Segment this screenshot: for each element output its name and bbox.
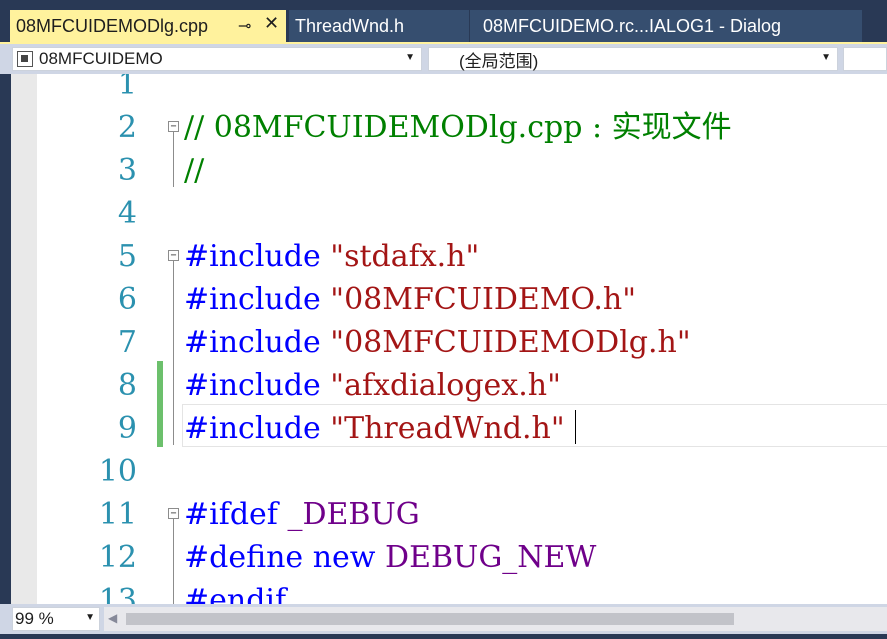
scroll-left-icon[interactable]: ◀	[108, 611, 117, 625]
code-line: 13 #endif	[11, 579, 887, 604]
collapse-icon[interactable]: −	[168, 250, 179, 261]
chevron-down-icon[interactable]: ▼	[821, 52, 831, 63]
horizontal-scrollbar[interactable]: ◀	[104, 607, 887, 631]
tab-08mfcuidemodlg-cpp[interactable]: 08MFCUIDEMODlg.cpp ⊸ ✕	[10, 10, 286, 42]
scrollbar-thumb[interactable]	[126, 613, 734, 625]
code-line: 12 #define new DEBUG_NEW	[11, 536, 887, 579]
code-text: #endif	[184, 579, 286, 604]
code-line: 7 #include "08MFCUIDEMODlg.h"	[11, 321, 887, 364]
code-text: #include "afxdialogex.h"	[184, 364, 561, 407]
close-icon[interactable]: ✕	[264, 13, 279, 34]
code-line: 4	[11, 192, 887, 235]
code-text: //	[184, 153, 205, 188]
code-line: 10	[11, 450, 887, 493]
chevron-down-icon[interactable]: ▼	[405, 52, 415, 63]
code-text: // 08MFCUIDEMODlg.cpp : 实现文件	[184, 110, 732, 145]
line-number: 2	[117, 110, 137, 145]
text-caret	[575, 410, 576, 444]
project-dropdown-value: 08MFCUIDEMO	[39, 49, 163, 68]
scope-dropdown[interactable]: (全局范围) ▼	[428, 47, 838, 71]
line-number: 10	[98, 454, 137, 489]
code-line: 3 //	[11, 149, 887, 192]
code-line: 11 − #ifdef _DEBUG	[11, 493, 887, 536]
tab-threadwnd-h[interactable]: ThreadWnd.h	[289, 10, 469, 42]
preprocessor-keyword: #include	[184, 411, 321, 446]
code-line: 9 #include "ThreadWnd.h"	[11, 407, 887, 450]
project-icon	[17, 51, 33, 67]
collapse-icon[interactable]: −	[168, 508, 179, 519]
preprocessor-keyword: #endif	[184, 583, 287, 604]
zoom-dropdown[interactable]: 99 % ▼	[12, 607, 100, 631]
preprocessor-keyword: #include	[184, 282, 321, 317]
include-path: "stdafx.h"	[330, 239, 480, 274]
line-number: 13	[98, 583, 137, 604]
line-number: 3	[117, 153, 137, 188]
include-path: "08MFCUIDEMODlg.h"	[330, 325, 691, 360]
code-text: #include "08MFCUIDEMODlg.h"	[184, 321, 691, 364]
preprocessor-keyword: #define	[184, 540, 304, 575]
code-text: #include "stdafx.h"	[184, 235, 479, 278]
code-line: 2 − // 08MFCUIDEMODlg.cpp : 实现文件	[11, 106, 887, 149]
navigation-bar: 08MFCUIDEMO ▼ (全局范围) ▼	[0, 44, 887, 74]
code-text: #define new DEBUG_NEW	[184, 536, 596, 579]
tab-label: 08MFCUIDEMO.rc...IALOG1 - Dialog	[483, 15, 782, 36]
tab-label: ThreadWnd.h	[295, 15, 405, 36]
line-number: 11	[98, 497, 137, 532]
tab-dialog-resource[interactable]: 08MFCUIDEMO.rc...IALOG1 - Dialog	[470, 10, 862, 42]
line-number: 9	[117, 411, 137, 446]
macro-name: _DEBUG	[287, 497, 420, 532]
code-line: 1	[11, 74, 887, 106]
line-number: 8	[117, 368, 137, 403]
line-number: 7	[117, 325, 137, 360]
project-dropdown[interactable]: 08MFCUIDEMO ▼	[12, 47, 422, 71]
line-number: 1	[117, 74, 137, 102]
document-tab-strip: 08MFCUIDEMODlg.cpp ⊸ ✕ ThreadWnd.h 08MFC…	[0, 0, 887, 42]
keyword: new	[312, 540, 376, 575]
code-text: #ifdef _DEBUG	[184, 493, 420, 536]
tab-label: 08MFCUIDEMODlg.cpp	[16, 15, 209, 36]
line-number: 12	[98, 540, 137, 575]
include-path: "08MFCUIDEMO.h"	[330, 282, 637, 317]
code-line: 8 #include "afxdialogex.h"	[11, 364, 887, 407]
chevron-down-icon[interactable]: ▼	[85, 612, 95, 623]
include-path: "afxdialogex.h"	[330, 368, 561, 403]
scope-dropdown-value: (全局范围)	[459, 51, 539, 71]
code-text: #include "08MFCUIDEMO.h"	[184, 278, 636, 321]
code-text: #include "ThreadWnd.h"	[184, 407, 565, 450]
line-number: 4	[117, 196, 137, 231]
line-number: 5	[117, 239, 137, 274]
code-editor[interactable]: 1 2 − // 08MFCUIDEMODlg.cpp : 实现文件 3 // …	[11, 74, 887, 604]
line-number: 6	[117, 282, 137, 317]
preprocessor-keyword: #include	[184, 239, 321, 274]
macro-name: DEBUG_NEW	[385, 540, 597, 575]
code-line: 6 #include "08MFCUIDEMO.h"	[11, 278, 887, 321]
collapse-icon[interactable]: −	[168, 121, 179, 132]
member-dropdown[interactable]	[843, 47, 887, 71]
window-bottom-edge	[0, 634, 887, 639]
preprocessor-keyword: #include	[184, 325, 321, 360]
preprocessor-keyword: #ifdef	[184, 497, 278, 532]
preprocessor-keyword: #include	[184, 368, 321, 403]
zoom-value: 99 %	[15, 609, 54, 628]
pin-icon[interactable]: ⊸	[238, 16, 251, 36]
code-line: 5 − #include "stdafx.h"	[11, 235, 887, 278]
include-path: "ThreadWnd.h"	[330, 411, 565, 446]
